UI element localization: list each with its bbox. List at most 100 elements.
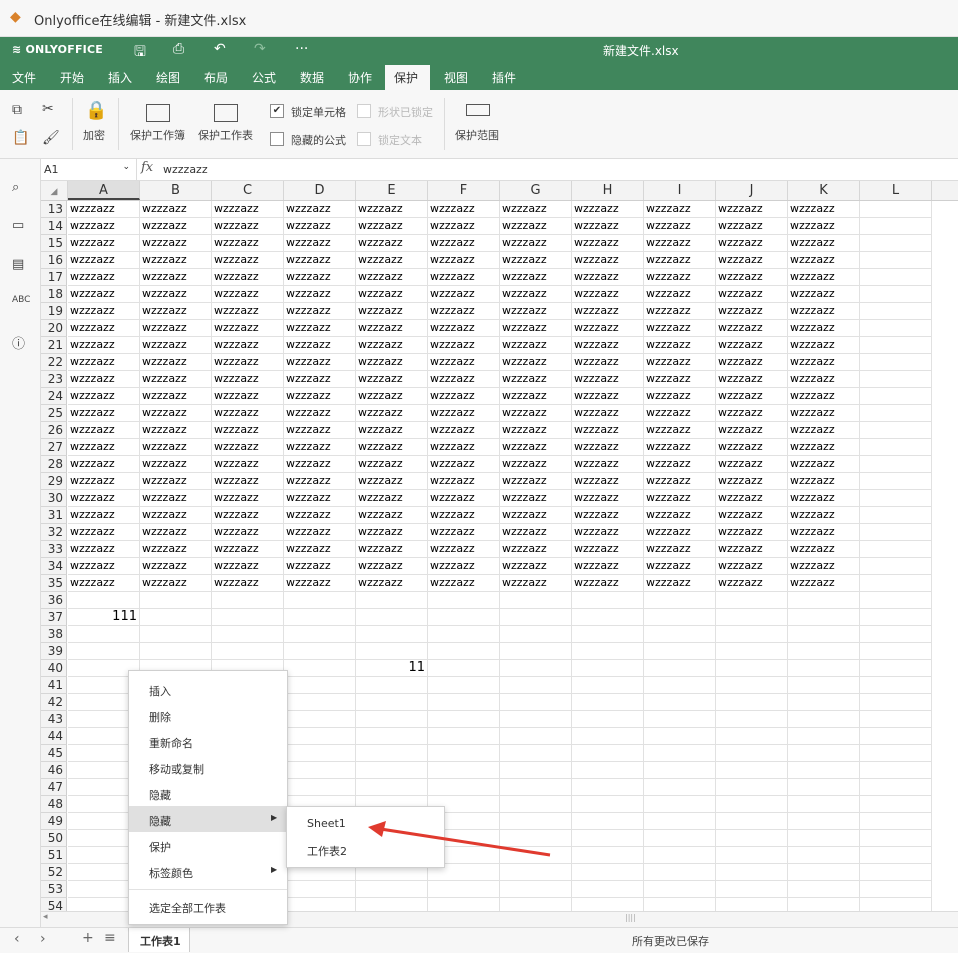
- cell[interactable]: [716, 711, 788, 728]
- column-header-a[interactable]: A: [68, 181, 140, 200]
- cell[interactable]: wzzzazz: [500, 439, 572, 456]
- cell[interactable]: wzzzazz: [644, 575, 716, 592]
- cell[interactable]: wzzzazz: [140, 422, 212, 439]
- tab-protect[interactable]: 保护: [385, 65, 430, 91]
- cell[interactable]: [860, 592, 932, 609]
- cell[interactable]: [284, 779, 356, 796]
- row-header[interactable]: 46: [41, 762, 67, 779]
- cell[interactable]: wzzzazz: [284, 201, 356, 218]
- cell[interactable]: [860, 269, 932, 286]
- cell[interactable]: [284, 762, 356, 779]
- cell[interactable]: wzzzazz: [68, 320, 140, 337]
- cell[interactable]: wzzzazz: [428, 558, 500, 575]
- cell[interactable]: wzzzazz: [140, 201, 212, 218]
- cell[interactable]: wzzzazz: [356, 422, 428, 439]
- cell[interactable]: wzzzazz: [572, 405, 644, 422]
- cell[interactable]: wzzzazz: [716, 201, 788, 218]
- cell[interactable]: [572, 694, 644, 711]
- cell[interactable]: [716, 881, 788, 898]
- cell[interactable]: wzzzazz: [716, 558, 788, 575]
- cell[interactable]: [860, 762, 932, 779]
- cell[interactable]: [572, 626, 644, 643]
- cell[interactable]: [860, 728, 932, 745]
- cell[interactable]: wzzzazz: [572, 439, 644, 456]
- cell[interactable]: [788, 711, 860, 728]
- cell[interactable]: [500, 830, 572, 847]
- spellcheck-icon[interactable]: ABC: [12, 295, 30, 305]
- cell[interactable]: wzzzazz: [356, 558, 428, 575]
- cell[interactable]: wzzzazz: [68, 354, 140, 371]
- tab-draw[interactable]: 绘图: [156, 69, 180, 86]
- cell[interactable]: wzzzazz: [428, 218, 500, 235]
- search-icon[interactable]: ⌕: [12, 180, 19, 195]
- row-header[interactable]: 52: [41, 864, 67, 881]
- cell[interactable]: wzzzazz: [428, 473, 500, 490]
- cell[interactable]: wzzzazz: [428, 269, 500, 286]
- row-header[interactable]: 47: [41, 779, 67, 796]
- cell[interactable]: [284, 694, 356, 711]
- cell[interactable]: wzzzazz: [68, 541, 140, 558]
- cell[interactable]: wzzzazz: [212, 303, 284, 320]
- cell[interactable]: wzzzazz: [284, 286, 356, 303]
- cell[interactable]: wzzzazz: [500, 303, 572, 320]
- cell[interactable]: [356, 779, 428, 796]
- cell[interactable]: [788, 643, 860, 660]
- cell[interactable]: [500, 677, 572, 694]
- cell[interactable]: [212, 592, 284, 609]
- cell[interactable]: [788, 898, 860, 911]
- cell[interactable]: wzzzazz: [212, 405, 284, 422]
- menu-item-rename[interactable]: 重新命名: [129, 728, 287, 754]
- menu-item-delete[interactable]: 删除: [129, 702, 287, 728]
- cell[interactable]: wzzzazz: [284, 218, 356, 235]
- cell[interactable]: wzzzazz: [788, 541, 860, 558]
- cell[interactable]: [860, 745, 932, 762]
- cell[interactable]: wzzzazz: [212, 558, 284, 575]
- cell[interactable]: [644, 881, 716, 898]
- cell[interactable]: wzzzazz: [500, 456, 572, 473]
- cell[interactable]: [788, 660, 860, 677]
- cell[interactable]: [284, 609, 356, 626]
- cell[interactable]: [284, 745, 356, 762]
- tab-layout[interactable]: 布局: [204, 69, 228, 86]
- row-header[interactable]: 41: [41, 677, 67, 694]
- cell[interactable]: wzzzazz: [428, 320, 500, 337]
- cell[interactable]: [644, 694, 716, 711]
- cell[interactable]: [428, 881, 500, 898]
- cell[interactable]: wzzzazz: [68, 524, 140, 541]
- cell[interactable]: wzzzazz: [140, 524, 212, 541]
- column-header-e[interactable]: E: [356, 181, 428, 200]
- cell[interactable]: wzzzazz: [644, 422, 716, 439]
- cut-icon[interactable]: ✂: [42, 101, 54, 117]
- cell[interactable]: [428, 779, 500, 796]
- cell[interactable]: wzzzazz: [428, 371, 500, 388]
- cell[interactable]: wzzzazz: [716, 507, 788, 524]
- cell[interactable]: wzzzazz: [788, 558, 860, 575]
- cell[interactable]: wzzzazz: [572, 422, 644, 439]
- cell[interactable]: wzzzazz: [428, 201, 500, 218]
- cell[interactable]: wzzzazz: [644, 286, 716, 303]
- cell[interactable]: [788, 864, 860, 881]
- cell[interactable]: wzzzazz: [644, 235, 716, 252]
- cell[interactable]: wzzzazz: [428, 337, 500, 354]
- cell[interactable]: wzzzazz: [716, 439, 788, 456]
- column-header-i[interactable]: I: [644, 181, 716, 200]
- cell[interactable]: wzzzazz: [716, 541, 788, 558]
- cell[interactable]: [860, 660, 932, 677]
- cell[interactable]: wzzzazz: [140, 337, 212, 354]
- cell[interactable]: wzzzazz: [284, 524, 356, 541]
- cell[interactable]: wzzzazz: [572, 218, 644, 235]
- copy-icon[interactable]: ⧉: [12, 102, 22, 118]
- cell[interactable]: wzzzazz: [572, 320, 644, 337]
- cell[interactable]: [860, 371, 932, 388]
- cell[interactable]: [572, 779, 644, 796]
- cell[interactable]: wzzzazz: [428, 507, 500, 524]
- cell[interactable]: [716, 694, 788, 711]
- cell[interactable]: [860, 796, 932, 813]
- cell[interactable]: wzzzazz: [68, 439, 140, 456]
- cell[interactable]: wzzzazz: [500, 235, 572, 252]
- cell[interactable]: [284, 711, 356, 728]
- cell[interactable]: wzzzazz: [428, 575, 500, 592]
- column-header-g[interactable]: G: [500, 181, 572, 200]
- cell[interactable]: 11: [356, 660, 428, 677]
- cell[interactable]: wzzzazz: [68, 422, 140, 439]
